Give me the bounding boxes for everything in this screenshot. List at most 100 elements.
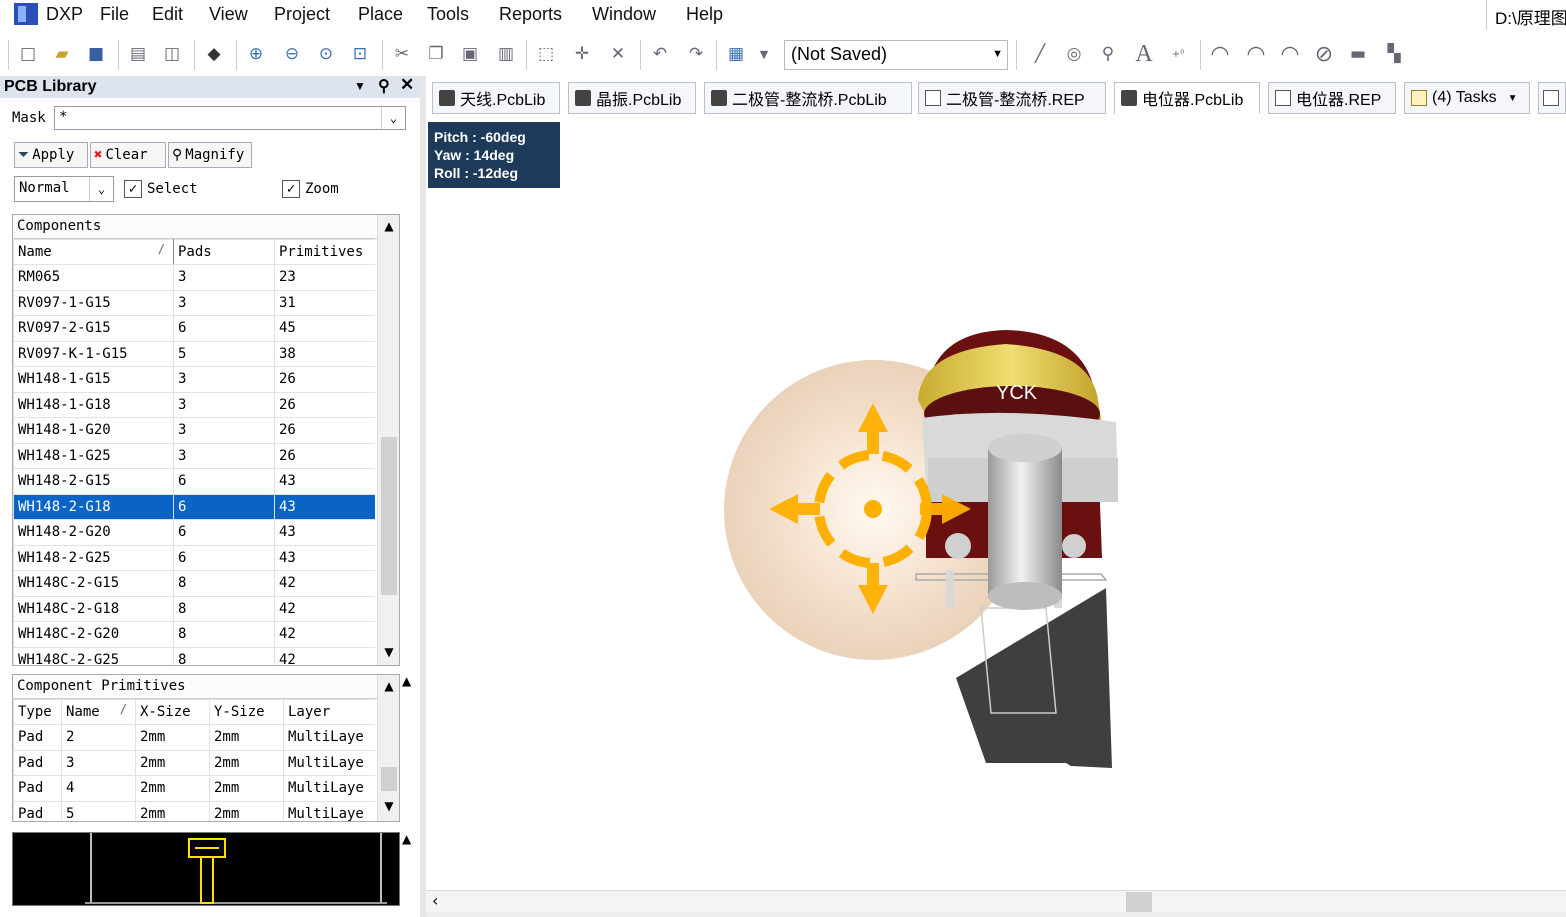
menu-window[interactable]: Window xyxy=(592,4,656,25)
menu-project[interactable]: Project xyxy=(274,4,330,25)
table-row[interactable]: RV097-K-1-G15 5 38 xyxy=(13,340,375,367)
menu-edit[interactable]: Edit xyxy=(152,4,183,25)
column-header-layer[interactable]: Layer xyxy=(283,699,375,725)
redo-icon[interactable]: ↷ xyxy=(684,42,708,66)
board-3d-icon[interactable]: ◆ xyxy=(202,42,226,66)
scroll-left-icon[interactable]: ‹ xyxy=(432,891,438,910)
chevron-down-icon[interactable]: ▼ xyxy=(992,48,1003,60)
save-icon[interactable]: ■ xyxy=(84,42,108,66)
footprint-preview[interactable] xyxy=(12,832,400,906)
table-row[interactable]: WH148C-2-G18 8 42 xyxy=(13,595,375,622)
scroll-down-icon[interactable]: ▼ xyxy=(378,799,399,813)
grid-icon[interactable]: ▦ xyxy=(724,42,748,66)
coordinate-icon[interactable]: +⁰ xyxy=(1166,42,1190,66)
table-row[interactable]: Pad 3 2mm 2mm MultiLaye xyxy=(13,749,375,776)
clear-button[interactable]: ✖ Clear xyxy=(90,142,166,168)
tab-overflow[interactable] xyxy=(1538,82,1566,114)
scrollbar-thumb[interactable] xyxy=(381,437,397,595)
close-icon[interactable]: ✕ xyxy=(400,75,414,95)
via-icon[interactable]: ⚲ xyxy=(1096,42,1120,66)
scroll-up-icon[interactable]: ▲ xyxy=(378,219,399,233)
full-circle-icon[interactable]: ⊘ xyxy=(1312,42,1336,67)
zoom-fit-icon[interactable]: ⊙ xyxy=(314,42,338,66)
select-area-icon[interactable]: ⬚ xyxy=(534,42,558,66)
table-row[interactable]: RM065 3 23 xyxy=(13,264,375,291)
tab-crystal-pcblib[interactable]: 晶振.PcbLib xyxy=(568,82,696,114)
table-row[interactable]: WH148-1-G25 3 26 xyxy=(13,442,375,469)
pin-icon[interactable]: ⚲ xyxy=(378,76,390,96)
undo-icon[interactable]: ↶ xyxy=(648,42,672,66)
select-checkbox[interactable]: ✓ xyxy=(124,180,142,198)
table-row[interactable]: Pad 5 2mm 2mm MultiLaye xyxy=(13,800,375,821)
mode-select[interactable]: Normal ⌄ xyxy=(14,176,114,202)
arc-edge-icon[interactable]: ◠ xyxy=(1244,42,1268,67)
print-preview-icon[interactable]: ◫ xyxy=(160,42,184,66)
zoom-checkbox-group[interactable]: ✓ Zoom xyxy=(282,180,339,198)
collapse-icon[interactable]: ▲ xyxy=(402,832,411,846)
table-row[interactable]: WH148-1-G15 3 26 xyxy=(13,366,375,393)
apply-button[interactable]: ⏷ Apply xyxy=(14,142,88,168)
column-header-ysize[interactable]: Y-Size xyxy=(209,699,284,725)
menu-tools[interactable]: Tools xyxy=(427,4,469,25)
table-row[interactable]: WH148-2-G20 6 43 xyxy=(13,519,375,546)
table-row[interactable]: WH148-2-G18 6 43 xyxy=(13,493,375,520)
scrollbar-thumb[interactable] xyxy=(381,767,397,791)
table-row[interactable]: WH148-1-G18 3 26 xyxy=(13,391,375,418)
menu-view[interactable]: View xyxy=(209,4,248,25)
rubber-stamp-icon[interactable]: ▥ xyxy=(494,42,518,66)
arc-center-icon[interactable]: ◠ xyxy=(1208,42,1232,67)
chevron-down-icon[interactable]: ⌄ xyxy=(381,107,405,129)
column-header-type[interactable]: Type xyxy=(13,699,62,725)
table-row[interactable]: RV097-2-G15 6 45 xyxy=(13,315,375,342)
table-row[interactable]: WH148C-2-G15 8 42 xyxy=(13,570,375,597)
copy-icon[interactable]: ❐ xyxy=(424,42,448,66)
column-header-name[interactable]: Name / xyxy=(13,239,174,265)
tab-potentiometer-pcblib[interactable]: 电位器.PcbLib xyxy=(1114,82,1260,114)
chevron-down-icon[interactable]: ⌄ xyxy=(89,177,113,201)
table-row[interactable]: RV097-1-G15 3 31 xyxy=(13,289,375,316)
table-row[interactable]: WH148-1-G20 3 26 xyxy=(13,417,375,444)
scroll-up-icon[interactable]: ▲ xyxy=(378,679,399,693)
zoom-checkbox[interactable]: ✓ xyxy=(282,180,300,198)
table-row[interactable]: WH148-2-G25 6 43 xyxy=(13,544,375,571)
primitives-scrollbar[interactable]: ▲ ▼ xyxy=(377,675,399,821)
print-icon[interactable]: ▤ xyxy=(126,42,150,66)
app-logo-icon[interactable] xyxy=(14,3,38,25)
3d-viewport[interactable]: YCK xyxy=(426,118,1566,890)
line-icon[interactable]: ╱ xyxy=(1028,42,1052,66)
arc-any-icon[interactable]: ◠ xyxy=(1278,42,1302,67)
tab-diode-bridge-pcblib[interactable]: 二极管-整流桥.PcbLib xyxy=(704,82,912,114)
table-row[interactable]: WH148C-2-G25 8 42 xyxy=(13,646,375,665)
deselect-icon[interactable]: ✕ xyxy=(606,42,630,66)
collapse-icon[interactable]: ▲ xyxy=(402,674,411,688)
menu-reports[interactable]: Reports xyxy=(499,4,562,25)
viewport-horizontal-scrollbar[interactable]: ‹ xyxy=(426,890,1566,912)
tab-potentiometer-rep[interactable]: 电位器.REP xyxy=(1268,82,1396,114)
table-row[interactable]: WH148C-2-G20 8 42 xyxy=(13,621,375,648)
chevron-down-icon[interactable]: ▼ xyxy=(1508,93,1518,104)
table-row[interactable]: Pad 2 2mm 2mm MultiLaye xyxy=(13,724,375,751)
menu-help[interactable]: Help xyxy=(686,4,723,25)
menu-place[interactable]: Place xyxy=(358,4,403,25)
menu-dxp[interactable]: DXP xyxy=(46,4,83,25)
tab-antenna-pcblib[interactable]: 天线.PcbLib xyxy=(432,82,560,114)
column-header-xsize[interactable]: X-Size xyxy=(135,699,210,725)
column-header-pads[interactable]: Pads xyxy=(173,239,275,265)
scrollbar-thumb[interactable] xyxy=(1126,892,1152,912)
cut-icon[interactable]: ✂ xyxy=(390,42,414,66)
tab-diode-bridge-rep[interactable]: 二极管-整流桥.REP xyxy=(918,82,1106,114)
tab-tasks[interactable]: (4) Tasks ▼ xyxy=(1404,82,1530,114)
new-doc-icon[interactable]: □ xyxy=(16,42,40,66)
components-scrollbar[interactable]: ▲ ▼ xyxy=(377,215,399,665)
menu-file[interactable]: File xyxy=(100,4,129,25)
zoom-out-icon[interactable]: ⊖ xyxy=(280,42,304,66)
open-folder-icon[interactable]: ▰ xyxy=(50,42,74,66)
string-icon[interactable]: A xyxy=(1132,41,1156,67)
array-paste-icon[interactable]: ▚ xyxy=(1382,42,1406,66)
scroll-down-icon[interactable]: ▼ xyxy=(378,645,399,659)
document-combo[interactable]: (Not Saved) ▼ xyxy=(784,40,1008,70)
table-row[interactable]: WH148-2-G15 6 43 xyxy=(13,468,375,495)
panel-menu-icon[interactable]: ▼ xyxy=(354,79,366,93)
zoom-area-icon[interactable]: ⊡ xyxy=(348,42,372,66)
column-header-primitives[interactable]: Primitives xyxy=(274,239,375,265)
